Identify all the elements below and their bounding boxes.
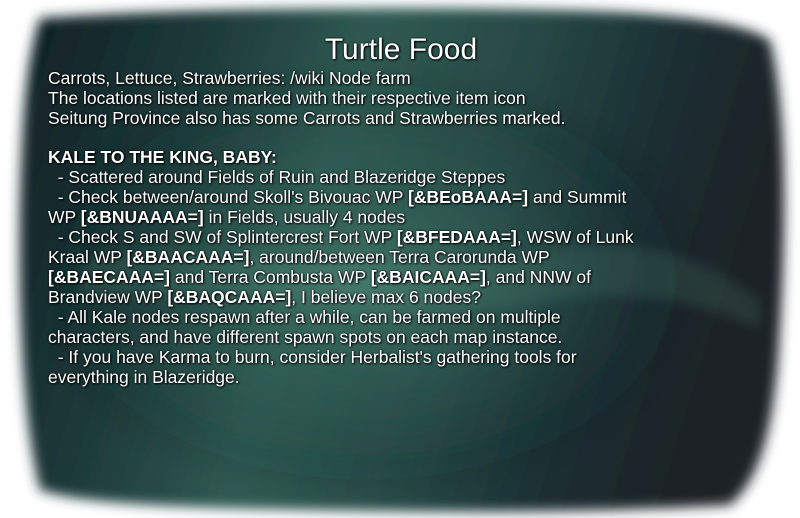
kale-bullet-1: - Scattered around Fields of Ruin and Bl… [48, 167, 506, 187]
intro-line-2: The locations listed are marked with the… [48, 88, 526, 108]
page-title: Turtle Food [324, 33, 478, 66]
turtle-food-panel: Turtle Food Carrots, Lettuce, Strawberri… [0, 0, 800, 518]
waypoint-code: [&BAECAAA=] [48, 267, 171, 287]
kale-bullet-2: - Check between/around Skoll's Bivouac W… [48, 187, 627, 227]
waypoint-code: [&BNUAAAA=] [80, 207, 204, 227]
waypoint-code: [&BAICAAA=] [370, 267, 486, 287]
intro-line-3: Seitung Province also has some Carrots a… [48, 108, 566, 128]
waypoint-code: [&BEoBAAA=] [408, 187, 529, 207]
waypoint-code: [&BAQCAAA=] [167, 287, 292, 307]
kale-bullet-4-line-1: - All Kale nodes respawn after a while, … [48, 307, 561, 327]
kale-bullet-5-line-2: everything in Blazeridge. [48, 367, 240, 387]
waypoint-code: [&BFEDAAA=] [396, 227, 517, 247]
panel-content: Turtle Food Carrots, Lettuce, Strawberri… [48, 32, 768, 387]
kale-bullet-5-line-1: - If you have Karma to burn, consider He… [48, 347, 577, 367]
waypoint-code: [&BAACAAA=] [126, 247, 250, 267]
kale-bullet-3: - Check S and SW of Splintercrest Fort W… [48, 227, 634, 307]
intro-line-1: Carrots, Lettuce, Strawberries: /wiki No… [48, 68, 411, 88]
kale-bullet-4-line-2: characters, and have different spawn spo… [48, 327, 563, 347]
kale-heading: KALE TO THE KING, BABY: [48, 147, 277, 167]
